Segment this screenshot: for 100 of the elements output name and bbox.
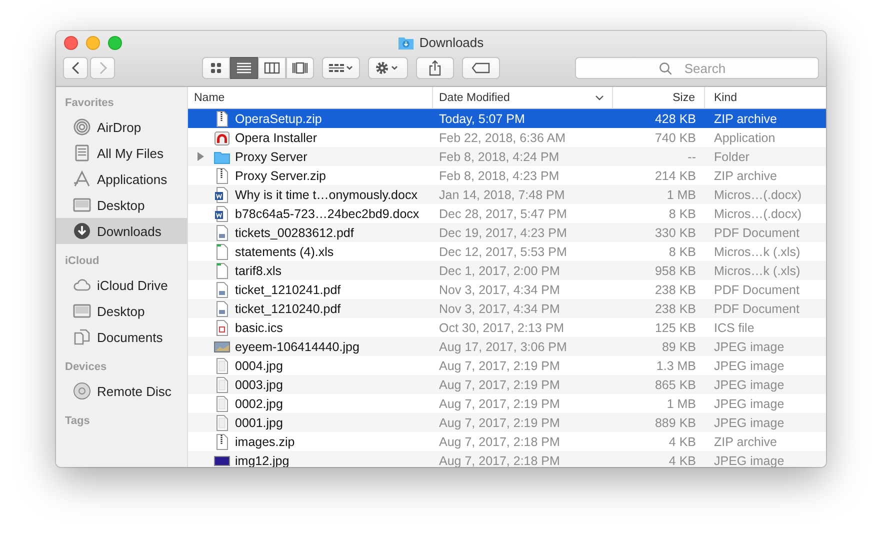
file-row[interactable]: Proxy Server Feb 8, 2018, 4:24 PM -- Folder bbox=[188, 147, 826, 166]
tag-button[interactable] bbox=[462, 57, 500, 79]
file-kind: Micros…k (.xls) bbox=[714, 244, 800, 258]
date-modified: Oct 30, 2017, 2:13 PM bbox=[439, 320, 564, 334]
file-kind: ZIP archive bbox=[714, 168, 777, 182]
file-row[interactable]: tarif8.xls Dec 1, 2017, 2:00 PM 958 KB Micros…k (.xls) bbox=[188, 261, 826, 280]
date-modified: Jan 14, 2018, 7:48 PM bbox=[439, 188, 565, 202]
date-modified: Nov 3, 2017, 4:34 PM bbox=[439, 302, 560, 316]
date-modified: Dec 19, 2017, 4:23 PM bbox=[439, 226, 567, 240]
file-size: 865 KB bbox=[654, 378, 696, 392]
close-button[interactable] bbox=[64, 36, 78, 50]
grid-menu-icon bbox=[328, 61, 354, 75]
file-size: -- bbox=[688, 150, 696, 164]
file-kind: JPEG image bbox=[714, 358, 784, 372]
share-button[interactable] bbox=[416, 57, 454, 79]
file-kind: PDF Document bbox=[714, 302, 800, 316]
file-size: 1 MB bbox=[666, 188, 696, 202]
arrange-button[interactable] bbox=[322, 57, 360, 79]
column-header[interactable]: Name bbox=[188, 87, 433, 108]
document-icon bbox=[214, 396, 230, 412]
icons-view-icon bbox=[208, 60, 224, 76]
disc-icon bbox=[73, 382, 91, 400]
file-row[interactable]: eyeem-106414440.jpg Aug 17, 2017, 3:06 PM 89 KB JPEG image bbox=[188, 337, 826, 356]
sidebar-item[interactable]: Desktop bbox=[56, 298, 187, 324]
file-row[interactable]: 0001.jpg Aug 7, 2017, 2:19 PM 889 KB JPEG image bbox=[188, 413, 826, 432]
disclosure-triangle-icon[interactable] bbox=[196, 152, 205, 161]
file-name: img12.jpg bbox=[235, 454, 290, 467]
sidebar-item[interactable]: Applications bbox=[56, 166, 187, 192]
file-size: 8 KB bbox=[668, 244, 696, 258]
file-size: 330 KB bbox=[654, 226, 696, 240]
document-icon bbox=[214, 414, 230, 430]
spreadsheet-icon bbox=[214, 262, 230, 278]
file-name: 0004.jpg bbox=[235, 358, 283, 372]
sidebar-heading: iCloud bbox=[64, 254, 100, 269]
file-name: eyeem-106414440.jpg bbox=[235, 340, 360, 354]
file-kind: Micros…(.docx) bbox=[714, 206, 802, 220]
chevron-left-icon bbox=[70, 61, 80, 75]
date-modified: Feb 8, 2018, 4:24 PM bbox=[439, 150, 560, 164]
file-row[interactable]: Why is it time t…onymously.docx Jan 14, 2018, 7:48 PM 1 MB Micros…(.docx) bbox=[188, 185, 826, 204]
settings-button[interactable] bbox=[368, 57, 408, 79]
date-modified: Aug 7, 2017, 2:18 PM bbox=[439, 454, 560, 467]
sidebar-item[interactable]: All My Files bbox=[56, 140, 187, 166]
columns-view-button[interactable] bbox=[258, 57, 286, 79]
file-kind: Application bbox=[714, 130, 776, 144]
file-kind: JPEG image bbox=[714, 396, 784, 410]
file-name: 0002.jpg bbox=[235, 396, 283, 410]
file-row[interactable]: 0003.jpg Aug 7, 2017, 2:19 PM 865 KB JPEG image bbox=[188, 375, 826, 394]
file-kind: ICS file bbox=[714, 320, 754, 334]
sidebar-item[interactable]: Desktop bbox=[56, 192, 187, 218]
file-name: Proxy Server bbox=[235, 150, 308, 164]
icons-view-button[interactable] bbox=[202, 57, 230, 79]
file-name: Why is it time t…onymously.docx bbox=[235, 188, 418, 202]
search-field[interactable]: Search bbox=[575, 57, 819, 79]
date-modified: Aug 7, 2017, 2:19 PM bbox=[439, 396, 560, 410]
word-document-icon bbox=[214, 206, 230, 222]
back-button[interactable] bbox=[63, 57, 88, 79]
sidebar-item[interactable]: Documents bbox=[56, 324, 187, 350]
date-modified: Feb 8, 2018, 4:23 PM bbox=[439, 168, 560, 182]
sidebar-item[interactable]: Downloads bbox=[56, 218, 187, 244]
file-row[interactable]: ticket_1210240.pdf Nov 3, 2017, 4:34 PM 238 KB PDF Document bbox=[188, 299, 826, 318]
share-icon bbox=[428, 60, 442, 76]
documents-icon bbox=[73, 328, 91, 346]
sidebar-item[interactable]: Remote Disc bbox=[56, 378, 187, 404]
file-kind: ZIP archive bbox=[714, 434, 777, 448]
list-view-icon bbox=[236, 60, 252, 76]
file-size: 958 KB bbox=[654, 264, 696, 278]
file-name: basic.ics bbox=[235, 320, 283, 334]
sidebar-heading: Favorites bbox=[64, 96, 115, 111]
file-kind: JPEG image bbox=[714, 378, 784, 392]
file-size: 238 KB bbox=[654, 302, 696, 316]
cover-view-icon bbox=[292, 60, 308, 76]
column-header[interactable]: Size bbox=[613, 87, 705, 108]
desktop-icon bbox=[73, 302, 91, 320]
file-size: 4 KB bbox=[668, 454, 696, 467]
app-icon bbox=[214, 130, 230, 146]
file-kind: Folder bbox=[714, 150, 750, 164]
date-modified: Nov 3, 2017, 4:34 PM bbox=[439, 282, 560, 296]
file-size: 4 KB bbox=[668, 434, 696, 448]
file-name: 0001.jpg bbox=[235, 416, 283, 430]
column-header[interactable]: Date Modified bbox=[433, 87, 613, 108]
drawer-icon bbox=[73, 144, 91, 162]
word-document-icon bbox=[214, 186, 230, 202]
file-name: 0003.jpg bbox=[235, 378, 283, 392]
tag-icon bbox=[471, 62, 491, 74]
cover-view-button[interactable] bbox=[286, 57, 314, 79]
list-view-button[interactable] bbox=[230, 57, 258, 79]
sidebar-heading: Tags bbox=[64, 414, 91, 429]
file-size: 238 KB bbox=[654, 282, 696, 296]
column-header[interactable]: Kind bbox=[705, 87, 826, 108]
sidebar-item[interactable]: iCloud Drive bbox=[56, 272, 187, 298]
date-modified: Aug 7, 2017, 2:19 PM bbox=[439, 416, 560, 430]
desktop-icon bbox=[73, 196, 91, 214]
columns-view-icon bbox=[264, 60, 280, 76]
sort-caret-icon bbox=[595, 94, 604, 100]
file-row[interactable]: tickets_00283612.pdf Dec 19, 2017, 4:23 PM 330 KB PDF Document bbox=[188, 223, 826, 242]
file-row[interactable]: img12.jpg Aug 7, 2017, 2:18 PM 4 KB JPEG image bbox=[188, 451, 826, 467]
sidebar-item[interactable]: AirDrop bbox=[56, 114, 187, 140]
file-name: OperaSetup.zip bbox=[235, 112, 322, 126]
file-size: 889 KB bbox=[654, 416, 696, 430]
pdf-document-icon bbox=[214, 224, 230, 240]
